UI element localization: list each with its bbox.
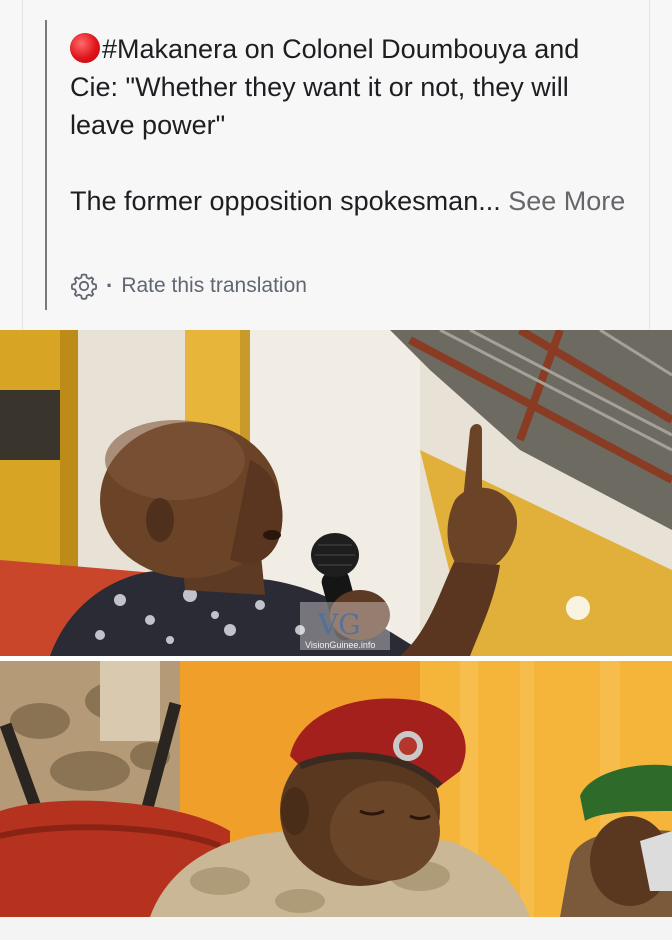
- rate-translation-link[interactable]: Rate this translation: [121, 274, 307, 298]
- photo-speaker[interactable]: VG VisionGuinee.info: [0, 330, 672, 656]
- headline-text: #Makanera on Colonel Doumbouya and Cie: …: [70, 34, 580, 140]
- quote-bar: [45, 20, 47, 310]
- bottom-strip: [0, 917, 672, 940]
- post-body: The former opposition spokesman... See M…: [70, 182, 630, 220]
- post-text-card: #Makanera on Colonel Doumbouya and Cie: …: [0, 0, 672, 330]
- photo-colonel[interactable]: [0, 661, 672, 917]
- see-more-link[interactable]: See More: [508, 186, 625, 216]
- body-preview: The former opposition spokesman...: [70, 186, 509, 216]
- post-headline: #Makanera on Colonel Doumbouya and Cie: …: [70, 30, 630, 144]
- post-message: #Makanera on Colonel Doumbouya and Cie: …: [70, 30, 630, 220]
- red-circle-icon: [70, 33, 100, 63]
- card-left-border: [22, 0, 23, 330]
- card-right-border: [649, 0, 650, 330]
- separator-dot: ·: [106, 273, 114, 298]
- translation-row: · Rate this translation: [68, 268, 307, 304]
- watermark-text: VisionGuinee.info: [305, 640, 376, 650]
- svg-text:VG: VG: [317, 608, 361, 641]
- gear-icon[interactable]: [68, 270, 100, 302]
